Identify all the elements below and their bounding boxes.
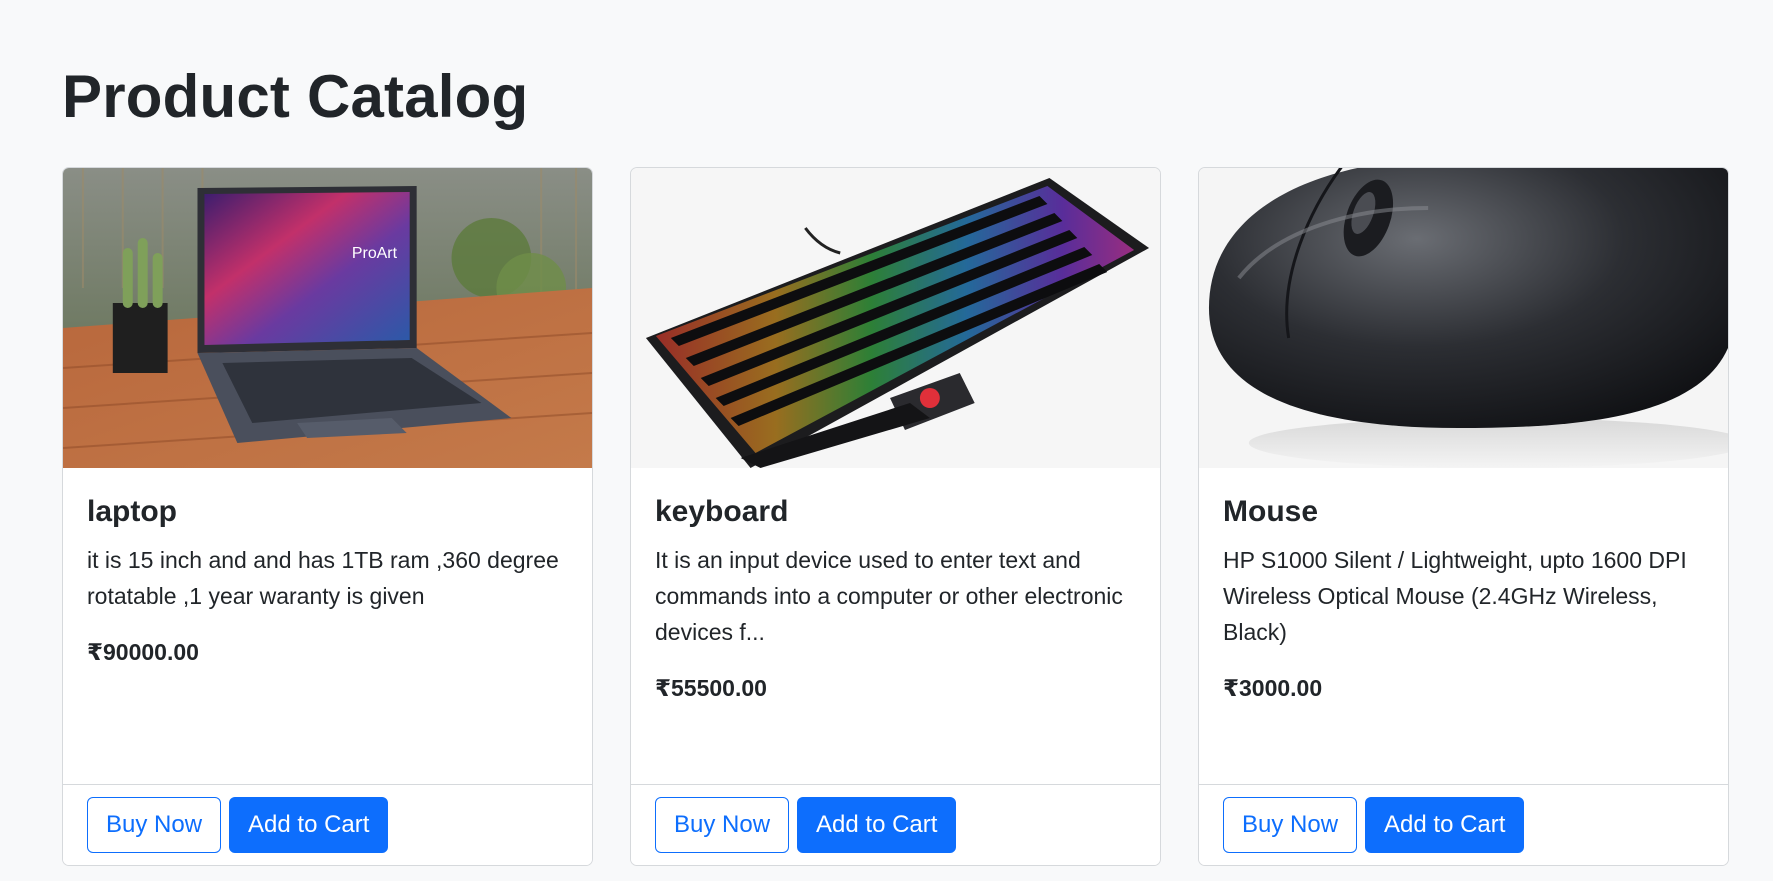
svg-text:ProArt: ProArt	[352, 245, 398, 262]
card-footer: Buy Now Add to Cart	[631, 784, 1160, 865]
keyboard-image[interactable]	[631, 168, 1160, 468]
buy-now-button[interactable]: Buy Now	[87, 797, 222, 853]
add-to-cart-button[interactable]: Add to Cart	[229, 797, 389, 853]
product-card-mouse: Mouse HP S1000 Silent / Lightweight, upt…	[1198, 167, 1729, 866]
product-name: Mouse	[1223, 495, 1319, 528]
product-grid: ProArt laptop it is 15 inch and and has …	[62, 167, 1729, 866]
card-body: laptop it is 15 inch and and has 1TB ram…	[87, 468, 568, 670]
product-price: ₹3000.00	[1223, 675, 1323, 701]
product-price: ₹55500.00	[655, 675, 767, 701]
laptop-image[interactable]: ProArt	[63, 168, 592, 468]
product-card-keyboard: keyboard It is an input device used to e…	[630, 167, 1161, 866]
card-body: Mouse HP S1000 Silent / Lightweight, upt…	[1223, 468, 1704, 706]
buy-now-button[interactable]: Buy Now	[1223, 797, 1358, 853]
card-footer: Buy Now Add to Cart	[63, 784, 592, 865]
product-price: ₹90000.00	[87, 639, 199, 665]
buy-now-button[interactable]: Buy Now	[655, 797, 790, 853]
product-description: It is an input device used to enter text…	[655, 547, 1123, 645]
add-to-cart-button[interactable]: Add to Cart	[1365, 797, 1525, 853]
product-name: keyboard	[655, 495, 789, 528]
card-footer: Buy Now Add to Cart	[1199, 784, 1728, 865]
card-body: keyboard It is an input device used to e…	[655, 468, 1136, 706]
add-to-cart-button[interactable]: Add to Cart	[797, 797, 957, 853]
mouse-image[interactable]	[1199, 168, 1728, 468]
product-name: laptop	[87, 495, 177, 528]
product-card-laptop: ProArt laptop it is 15 inch and and has …	[62, 167, 593, 866]
product-description: it is 15 inch and and has 1TB ram ,360 d…	[87, 547, 559, 609]
page-title: Product Catalog	[62, 63, 529, 130]
product-description: HP S1000 Silent / Lightweight, upto 1600…	[1223, 547, 1687, 645]
